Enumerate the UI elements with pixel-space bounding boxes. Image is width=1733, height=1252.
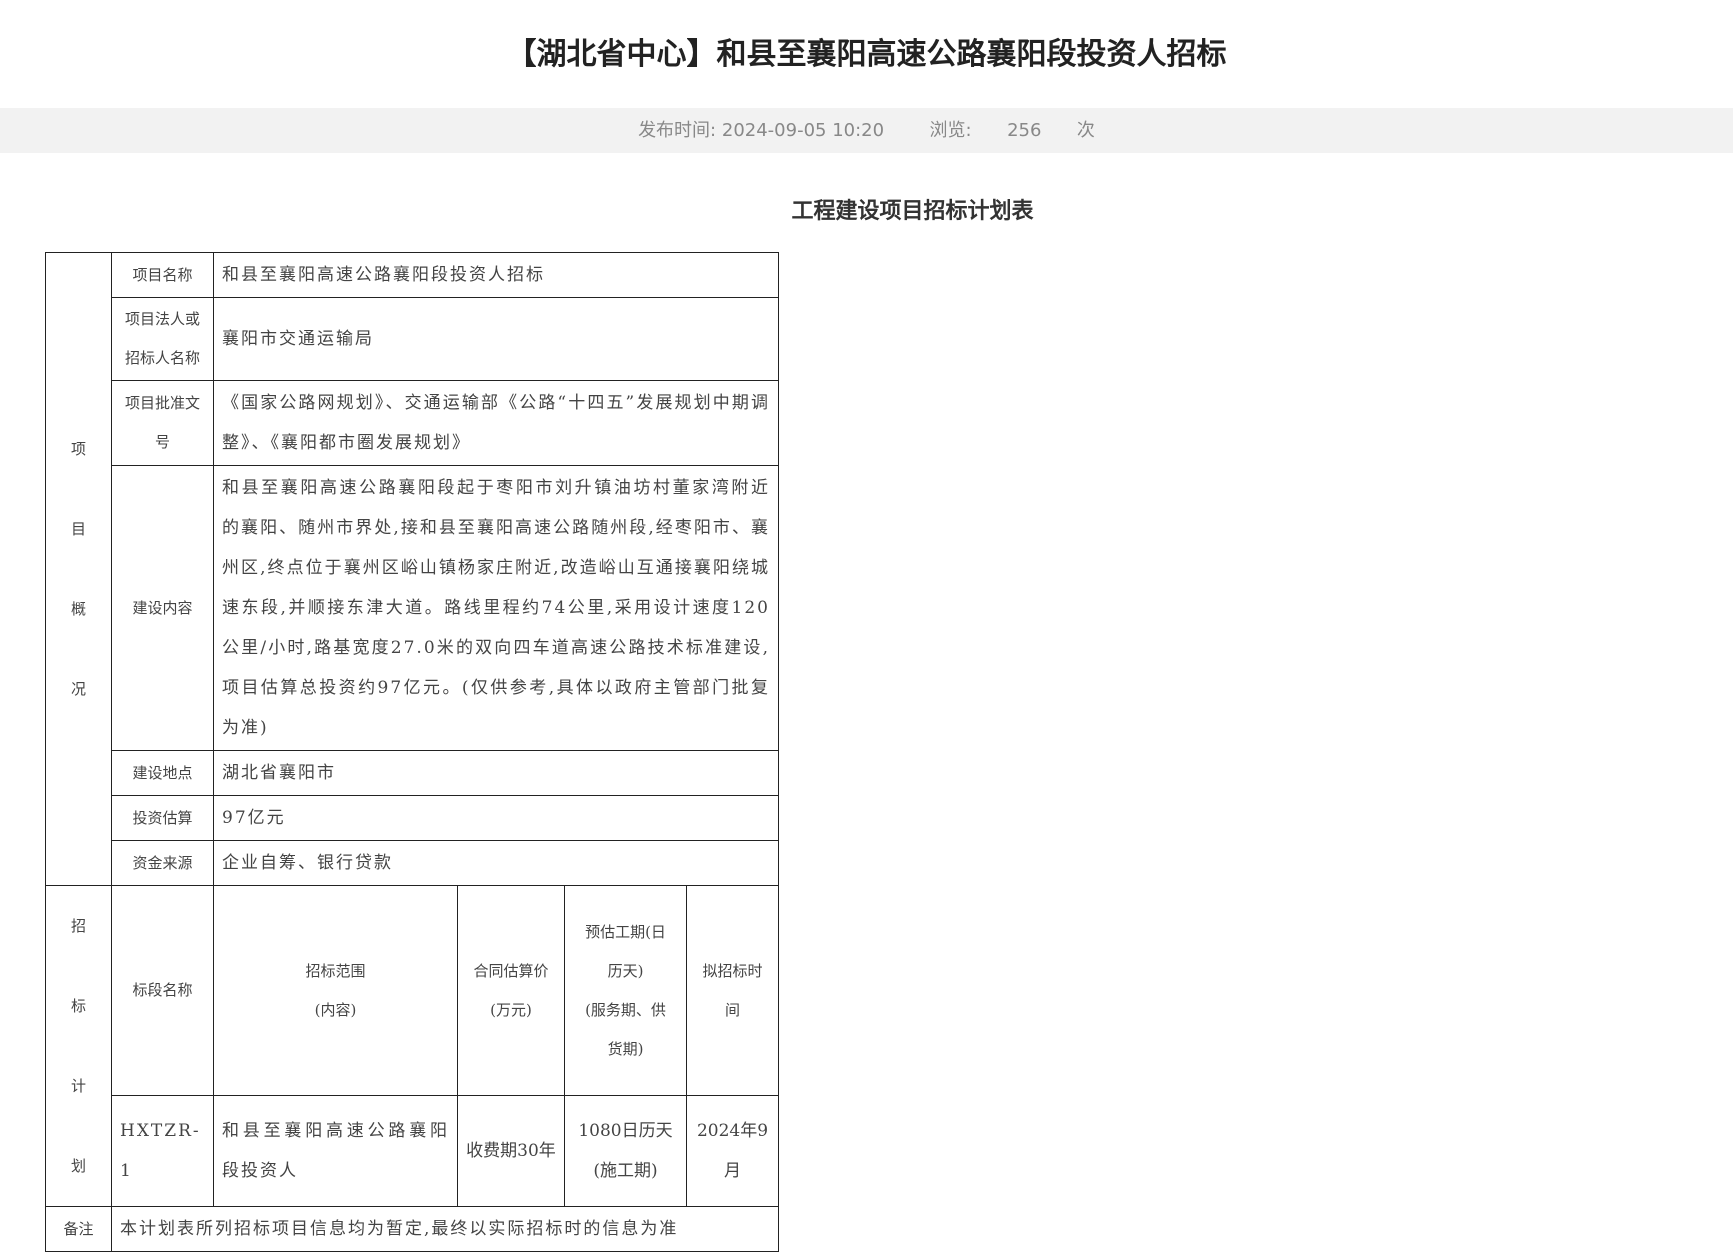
group-char: 况 [70,680,86,698]
views-label: 浏览: [929,120,972,141]
group-char: 计 [70,1077,86,1095]
row-value-construction: 和县至襄阳高速公路襄阳段起于枣阳市刘升镇油坊村董家湾附近的襄阳、随州市界处,接和… [213,465,779,751]
views-unit: 次 [1076,120,1095,141]
table-row: 建设地点 湖北省襄阳市 [46,750,779,796]
row-label-funding: 资金来源 [111,840,214,886]
table-row: 招 标 计 划 标段名称 招标范围 (内容) 合同估算价 (万元) 预估工期(日… [45,884,779,1207]
remarks-text: 本计划表所列招标项目信息均为暂定,最终以实际招标时的信息为准 [111,1206,779,1252]
header-tender-time: 拟招标时 间 [686,884,779,1097]
table-row: 建设内容 和县至襄阳高速公路襄阳段起于枣阳市刘升镇油坊村董家湾附近的襄阳、随州市… [46,465,779,751]
group-char: 项 [70,440,86,458]
table-row: 投资估算 97亿元 [46,795,779,841]
remarks-label: 备注 [45,1206,112,1252]
row-value-project-name: 和县至襄阳高速公路襄阳段投资人招标 [213,252,779,298]
row-label-investment: 投资估算 [111,795,214,841]
row-value-funding: 企业自筹、银行贷款 [213,840,779,886]
table-row: 项目批准文 号 《国家公路网规划》、交通运输部《公路“十四五”发展规划中期调整》… [46,380,779,466]
table-row: 项 目 概 况 项目名称 和县至襄阳高速公路襄阳段投资人招标 [45,252,779,886]
header-scope: 招标范围 (内容) [213,884,458,1097]
page-title: 【湖北省中心】和县至襄阳高速公路襄阳段投资人招标 [506,37,1227,72]
table-row: HXTZR-1 和县至襄阳高速公路襄阳段投资人 收费期30年 1080日历天 (… [46,1095,779,1207]
header-price: 合同估算价 (万元) [457,884,565,1097]
meta-bar: 发布时间: 2024-09-05 10:20 浏览: 256 次 [0,108,1733,153]
publish-time: 2024-09-05 10:20 [721,120,885,141]
group-char: 招 [70,917,86,935]
row-label-construction: 建设内容 [111,465,214,751]
row-value-approval: 《国家公路网规划》、交通运输部《公路“十四五”发展规划中期调整》、《襄阳都市圈发… [213,380,779,466]
row-value-investment: 97亿元 [213,795,779,841]
publish-label: 发布时间: [638,120,717,141]
row-value-location: 湖北省襄阳市 [213,750,779,796]
table-row: 资金来源 企业自筹、银行贷款 [46,840,779,886]
plan-group-label: 招 标 计 划 [45,885,112,1207]
group-char: 标 [70,997,86,1015]
group-char: 概 [70,600,86,618]
table-row: 备注 本计划表所列招标项目信息均为暂定,最终以实际招标时的信息为准 [45,1206,779,1252]
cell-section-name: HXTZR-1 [111,1095,214,1207]
document-heading: 工程建设项目招标计划表 [791,199,1034,224]
row-label-project-name: 项目名称 [111,252,214,298]
cell-scope: 和县至襄阳高速公路襄阳段投资人 [213,1095,458,1207]
tender-plan-table: 项 目 概 况 项目名称 和县至襄阳高速公路襄阳段投资人招标 项目法人或 招标人… [45,252,779,1252]
row-label-tenderer: 项目法人或 招标人名称 [111,297,214,381]
row-label-approval: 项目批准文 号 [111,380,214,466]
views-count: 256 [1007,120,1042,141]
header-section-name: 标段名称 [111,884,214,1097]
overview-group-label: 项 目 概 况 [45,252,112,886]
group-char: 目 [70,520,86,538]
cell-tender-time: 2024年9月 [686,1095,779,1207]
row-label-location: 建设地点 [111,750,214,796]
row-value-tenderer: 襄阳市交通运输局 [213,297,779,381]
table-row: 项目法人或 招标人名称 襄阳市交通运输局 [46,297,779,381]
cell-duration: 1080日历天 (施工期) [564,1095,687,1207]
cell-price: 收费期30年 [457,1095,565,1207]
header-duration: 预估工期(日 历天) (服务期、供 货期) [564,884,687,1097]
group-char: 划 [70,1157,86,1175]
